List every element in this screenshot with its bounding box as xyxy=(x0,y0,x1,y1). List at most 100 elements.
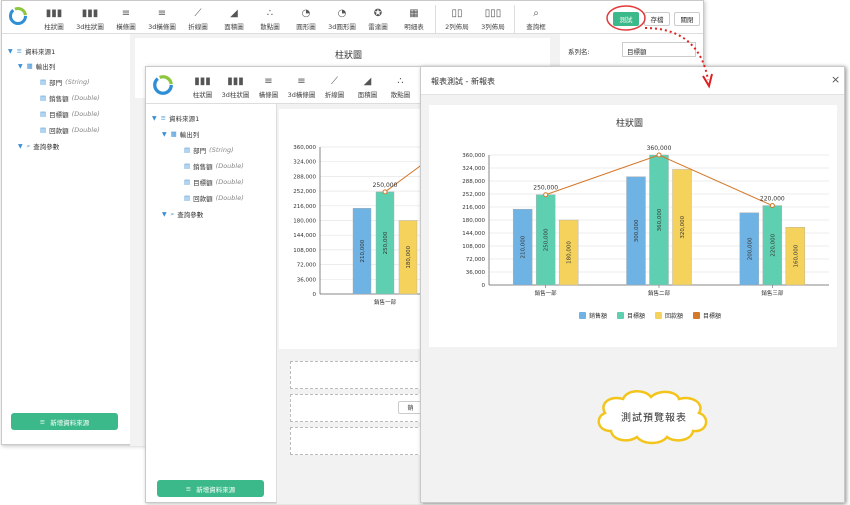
dialog-close-icon[interactable]: × xyxy=(831,73,840,86)
toolbar-item-label: 查詢框 xyxy=(526,23,546,31)
add-datasource-button[interactable]: ≡ 新增資料來源 xyxy=(11,413,118,430)
x-tick-label: 銷售二部 xyxy=(648,289,671,297)
toolbar-item-label: 3列佈局 xyxy=(481,23,505,31)
toolbar-item-label: 3d橫條圖 xyxy=(287,91,316,99)
tree-source[interactable]: ▼ ≡ 資料來源1 xyxy=(8,46,55,56)
toolbar-item[interactable]: ▮▮▮ 柱狀圖 xyxy=(186,73,219,99)
toolbar-item-label: 散點圖 xyxy=(260,23,280,31)
y-tick-label: 288,000 xyxy=(293,174,316,180)
toolbar-item[interactable]: ◔ 圓形圖 xyxy=(288,5,324,31)
toolbar-item[interactable]: ≡ 3d橫條圖 xyxy=(144,5,180,31)
y-tick-label: 360,000 xyxy=(293,145,316,151)
app-logo xyxy=(9,7,27,25)
add-datasource-button[interactable]: ≡ 新增資料來源 xyxy=(157,480,264,497)
tree-field[interactable]: ▤ 銷售額 (Double) xyxy=(40,93,100,103)
tree-field[interactable]: ▤ 銷售額 (Double) xyxy=(184,161,244,171)
tree-field[interactable]: ▤ 目標額 (Double) xyxy=(184,177,244,187)
toolbar-item[interactable]: ∴ 散點圖 xyxy=(384,73,417,99)
two-column-layout-icon: ▯▯ xyxy=(451,8,463,19)
area-chart-icon: ◢ xyxy=(230,8,238,19)
legend-swatch xyxy=(579,312,586,319)
detail-table-icon: ▦ xyxy=(409,8,419,19)
toolbar-item[interactable]: ∴ 散點圖 xyxy=(252,5,288,31)
tree-field[interactable]: ▤ 回款額 (Double) xyxy=(184,193,244,203)
field-icon: ▤ xyxy=(40,126,47,134)
bar-chart-icon: ▮▮▮ xyxy=(194,76,211,87)
toolbar-item[interactable]: ▯▯▯ 3列佈局 xyxy=(475,5,511,31)
bar-value-label: 180,000 xyxy=(567,241,573,264)
y-tick-label: 0 xyxy=(313,292,317,298)
database-icon: ≡ xyxy=(39,417,46,426)
pie-3d-chart-icon: ◔ xyxy=(337,8,347,19)
tree-source[interactable]: ▼ ≡ 資料來源1 xyxy=(152,113,199,123)
line-point xyxy=(543,192,549,198)
toolbar-item[interactable]: ≡ 橫條圖 xyxy=(252,73,285,99)
toolbar-item[interactable]: ⌕ 查詢框 xyxy=(518,5,554,31)
tree-output[interactable]: ▼ ▦ 輸出列 xyxy=(162,129,199,139)
line-chart-icon: ⟋ xyxy=(331,76,338,87)
search-icon: ⌕ xyxy=(533,8,539,19)
toolbar-item-label: 橫條圖 xyxy=(258,91,279,99)
toolbar-item[interactable]: ✪ 雷達圖 xyxy=(360,5,396,31)
bar-value-label: 160,000 xyxy=(793,244,799,267)
tree-field[interactable]: ▤ 目標額 (Double) xyxy=(40,109,100,119)
tree-field[interactable]: ▤ 部門 (String) xyxy=(40,77,90,87)
toolbar-item[interactable]: ⟋ 折線圖 xyxy=(318,73,351,99)
toolbar-item[interactable]: ≡ 3d橫條圖 xyxy=(285,73,318,99)
toolbar-item-label: 3d橫條圖 xyxy=(148,23,176,31)
tree-query[interactable]: ▼ ⌕ 查詢參數 xyxy=(18,141,59,152)
y-tick-label: 36,000 xyxy=(297,277,317,283)
back-chart-title: 柱狀圖 xyxy=(335,51,363,61)
tree-field[interactable]: ▤ 回款額 (Double) xyxy=(40,125,100,135)
tree-query[interactable]: ▼ ⌕ 查詢參數 xyxy=(162,209,203,220)
toolbar-item-label: 橫條圖 xyxy=(116,23,136,31)
toolbar-item-label: 3d柱狀圖 xyxy=(221,91,250,99)
toolbar-item[interactable]: ▮▮▮ 3d柱狀圖 xyxy=(219,73,252,99)
toolbar-item[interactable]: ▯▯ 2列佈局 xyxy=(439,5,475,31)
line-chart-icon: ⟋ xyxy=(194,8,202,19)
toolbar-item-label: 3d圓形圖 xyxy=(328,23,356,31)
tree-field[interactable]: ▤ 部門 (String) xyxy=(184,145,234,155)
field-icon: ▤ xyxy=(40,94,47,102)
callout-text: 測試預覽報表 xyxy=(621,413,687,424)
toolbar-item[interactable]: ≡ 橫條圖 xyxy=(108,5,144,31)
y-tick-label: 108,000 xyxy=(462,244,485,250)
toolbar-item-label: 明細表 xyxy=(404,23,424,31)
tree-output[interactable]: ▼ ▦ 輸出列 xyxy=(18,61,55,71)
y-tick-label: 0 xyxy=(482,283,486,289)
line-value-label: 220,000 xyxy=(760,196,785,203)
horizontal-bar-3d-icon: ≡ xyxy=(297,76,306,87)
back-bar-chart: 360,000 324,000 288,000 252,000 216,000 180,0… xyxy=(293,145,423,319)
legend-label: 目標額 xyxy=(703,312,721,320)
y-tick-label: 288,000 xyxy=(462,179,485,185)
legend-swatch xyxy=(693,312,700,319)
field-icon: ▤ xyxy=(184,146,191,154)
datasource-tree: ▼ ≡ 資料來源1 ▼ ▦ 輸出列 ▤ 部門 (String) ▤ 銷售額 (Double) ▤… xyxy=(146,107,274,407)
toolbar-item[interactable]: ▮▮▮ 柱狀圖 xyxy=(36,5,72,31)
line-point xyxy=(382,189,388,195)
toolbar-item[interactable]: ▦ 明細表 xyxy=(396,5,432,31)
toolbar-item[interactable]: ◢ 面積圖 xyxy=(216,5,252,31)
drop-zone[interactable] xyxy=(290,361,423,389)
toolbar-item[interactable]: ▮▮▮ 3d柱狀圖 xyxy=(72,5,108,31)
bar-value-label: 300,000 xyxy=(634,219,640,242)
y-tick-label: 180,000 xyxy=(293,219,316,225)
preview-bar-chart: 360,000 324,000 288,000 252,000 216,000 180,0… xyxy=(462,145,829,320)
database-icon: ≡ xyxy=(185,484,192,493)
y-tick-label: 144,000 xyxy=(293,233,316,239)
drop-zone[interactable] xyxy=(290,427,423,455)
bar-value-label: 220,000 xyxy=(770,233,776,256)
x-tick-label: 銷售一部 xyxy=(374,298,397,306)
toolbar-item-label: 柱狀圖 xyxy=(192,91,213,99)
bar-chart-icon: ▮▮▮ xyxy=(45,8,63,19)
toolbar-item-label: 雷達圖 xyxy=(368,23,388,31)
x-tick-label: 銷售一部 xyxy=(535,289,558,297)
y-tick-label: 216,000 xyxy=(462,205,485,211)
toolbar-item[interactable]: ⟋ 折線圖 xyxy=(180,5,216,31)
test-preview-dialog: 報表測試 - 新報表 × 柱狀圖 360,000 324,000 288,000 25… xyxy=(420,66,845,503)
bar-value-label: 250,000 xyxy=(383,231,389,254)
bar-value-label: 210,000 xyxy=(521,235,527,258)
toolbar-item[interactable]: ◔ 3d圓形圖 xyxy=(324,5,360,31)
line-value-label: 250,000 xyxy=(373,182,398,189)
toolbar-item[interactable]: ◢ 面積圖 xyxy=(351,73,384,99)
